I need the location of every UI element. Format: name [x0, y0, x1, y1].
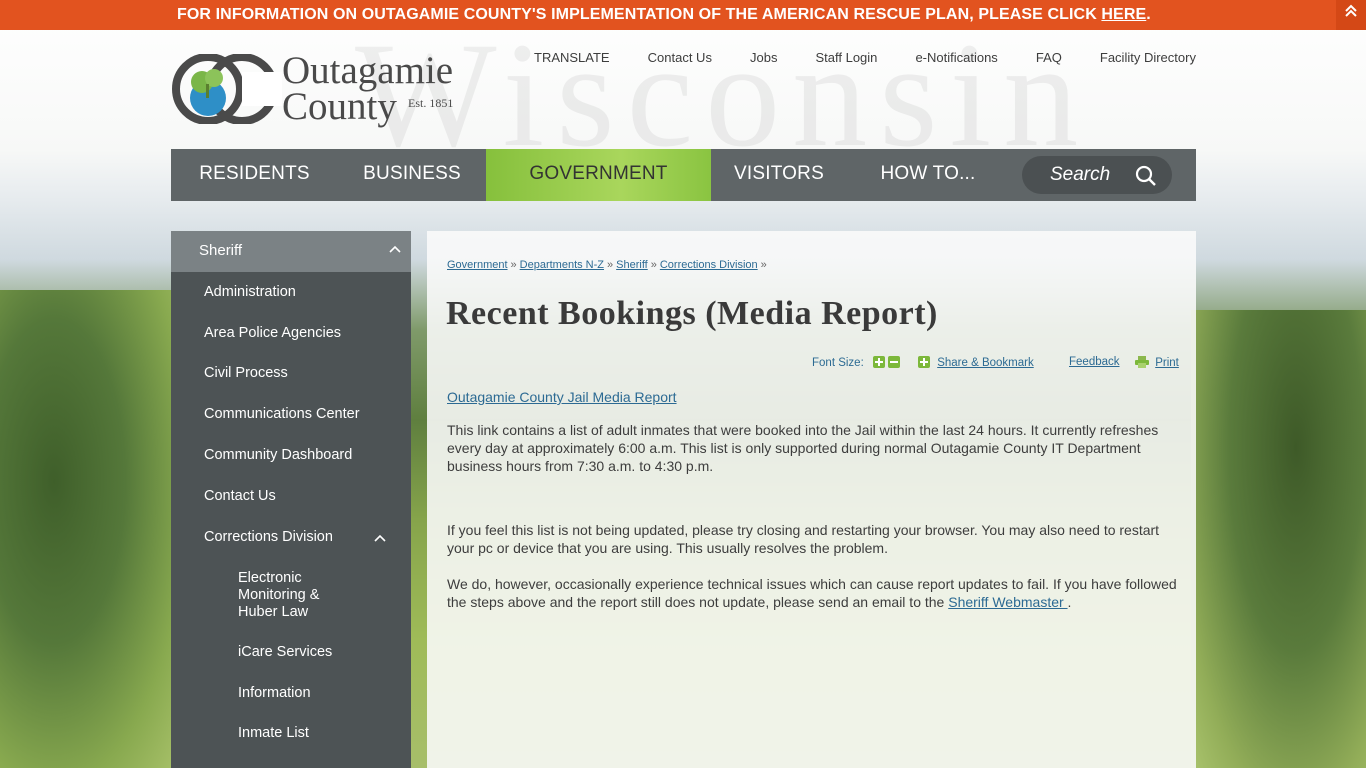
- background-landscape-left: [0, 290, 180, 768]
- share-bookmark-link[interactable]: Share & Bookmark: [937, 357, 1034, 369]
- sidebar-item-label: Administration: [204, 284, 296, 300]
- paragraph-technical-issues: We do, however, occasionally experience …: [447, 575, 1179, 611]
- sidebar-subitem-label: iCare Services: [238, 644, 333, 660]
- utility-contact-us[interactable]: Contact Us: [648, 50, 712, 68]
- utility-jobs[interactable]: Jobs: [750, 50, 777, 68]
- share-plus-icon: [918, 356, 930, 368]
- sheriff-webmaster-link[interactable]: Sheriff Webmaster: [948, 594, 1067, 610]
- utility-facility-directory[interactable]: Facility Directory: [1100, 50, 1196, 68]
- print-tool: Print: [1135, 356, 1179, 369]
- breadcrumb-separator: »: [510, 259, 517, 271]
- breadcrumb: Government» Departments N-Z» Sheriff» Corre…: [447, 259, 770, 271]
- sidebar-item-label: Corrections Division: [204, 529, 333, 545]
- breadcrumb-sheriff[interactable]: Sheriff: [616, 259, 648, 271]
- double-chevron-up-icon[interactable]: [1336, 0, 1366, 30]
- jail-media-report-link[interactable]: Outagamie County Jail Media Report: [447, 389, 677, 405]
- feedback-tool: Feedback: [1069, 356, 1120, 368]
- logo-established: Est. 1851: [408, 96, 454, 110]
- logo-circles-icon: [172, 54, 282, 124]
- utility-faq[interactable]: FAQ: [1036, 50, 1062, 68]
- sidebar-heading-sheriff[interactable]: Sheriff: [171, 231, 411, 272]
- feedback-link[interactable]: Feedback: [1069, 356, 1120, 368]
- breadcrumb-separator: »: [650, 259, 657, 271]
- page-title: Recent Bookings (Media Report): [446, 295, 938, 332]
- print-link[interactable]: Print: [1155, 357, 1179, 369]
- paragraph-troubleshooting: If you feel this list is not being updat…: [447, 522, 1160, 556]
- sidebar-subitem-label: Information: [238, 685, 311, 701]
- utility-translate[interactable]: TRANSLATE: [534, 50, 610, 68]
- sidebar-heading-label: Sheriff: [199, 242, 243, 259]
- font-size-label: Font Size:: [812, 357, 864, 369]
- sidebar-subitem-label: Electronic Monitoring & Huber Law: [238, 570, 320, 620]
- utility-e-notifications[interactable]: e-Notifications: [915, 50, 997, 68]
- background-landscape-right: [1191, 310, 1366, 768]
- font-size-tool: Font Size:: [812, 356, 901, 369]
- chevron-up-icon[interactable]: [389, 245, 401, 253]
- paragraph-description: This link contains a list of adult inmat…: [447, 422, 1159, 474]
- utility-nav: TRANSLATE Contact Us Jobs Staff Login e-…: [534, 50, 1196, 68]
- nav-government[interactable]: GOVERNMENT: [486, 149, 711, 201]
- content-panel: Government» Departments N-Z» Sheriff» Corre…: [427, 231, 1196, 768]
- chevron-up-icon[interactable]: [374, 534, 386, 542]
- printer-icon[interactable]: [1135, 356, 1149, 368]
- font-decrease-icon[interactable]: [888, 356, 901, 368]
- nav-visitors[interactable]: VISITORS: [711, 149, 847, 201]
- search-icon[interactable]: [1134, 164, 1158, 188]
- paragraph-end: .: [1067, 594, 1072, 610]
- banner-end: .: [1146, 6, 1151, 23]
- breadcrumb-departments[interactable]: Departments N-Z: [520, 259, 604, 271]
- nav-residents[interactable]: RESIDENTS: [171, 149, 338, 201]
- breadcrumb-government[interactable]: Government: [447, 259, 508, 271]
- logo-name-line2: County: [282, 85, 397, 128]
- nav-business[interactable]: BUSINESS: [338, 149, 486, 201]
- share-tool: Share & Bookmark: [918, 356, 1034, 369]
- search-placeholder: Search: [1050, 164, 1111, 185]
- sidebar-item-label: Civil Process: [204, 365, 288, 381]
- main-nav: RESIDENTS BUSINESS GOVERNMENT VISITORS H…: [171, 149, 1196, 201]
- sidebar-item-label: Contact Us: [204, 488, 276, 504]
- font-increase-icon[interactable]: [872, 356, 885, 368]
- search-input[interactable]: Search: [1022, 156, 1172, 194]
- sidebar-subitem-label: Inmate List: [238, 725, 309, 741]
- breadcrumb-corrections-division[interactable]: Corrections Division: [660, 259, 758, 271]
- sidebar-item-label: Community Dashboard: [204, 447, 353, 463]
- sidebar-item-label: Communications Center: [204, 406, 360, 422]
- banner-here-link[interactable]: HERE: [1101, 6, 1146, 23]
- sidebar-item-label: Area Police Agencies: [204, 325, 342, 341]
- sidebar: Sheriff Administration Area Police Agenc…: [171, 231, 411, 768]
- breadcrumb-separator: »: [607, 259, 614, 271]
- county-logo[interactable]: Outagamie County Est. 1851: [172, 50, 472, 135]
- utility-staff-login[interactable]: Staff Login: [815, 50, 877, 68]
- nav-how-to[interactable]: HOW TO...: [847, 149, 1009, 201]
- breadcrumb-separator: »: [760, 259, 767, 271]
